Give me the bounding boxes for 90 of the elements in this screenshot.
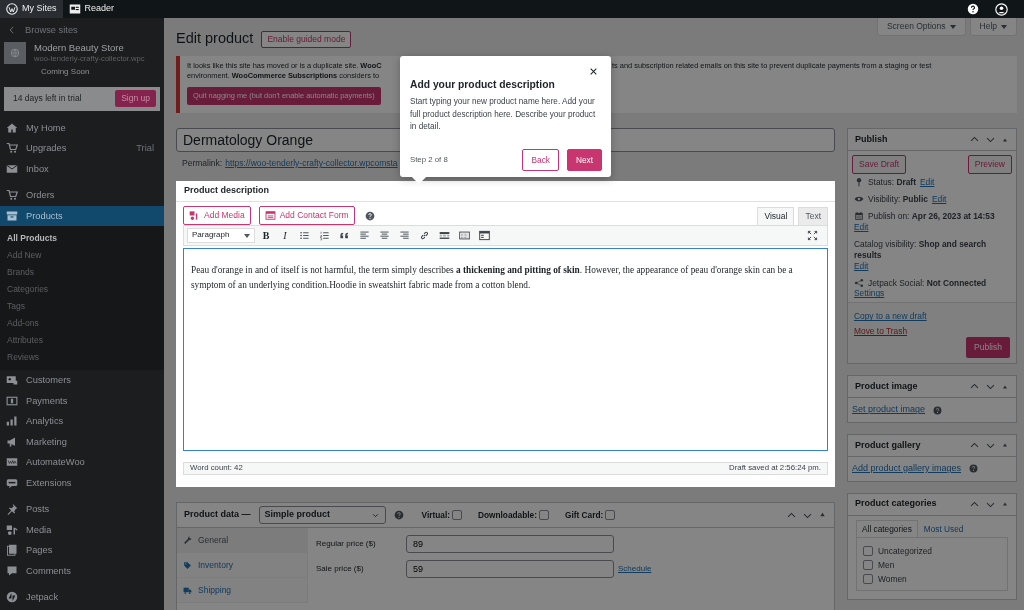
publish-setting: Catalog visibility: Shop and search results (854, 238, 988, 261)
category-checkbox[interactable]: Men (863, 558, 1001, 573)
submenu-item[interactable]: Attributes (0, 332, 164, 350)
option-checkbox[interactable]: Gift Card: (564, 509, 616, 521)
back-button[interactable]: Back (522, 149, 559, 172)
sidebar-item[interactable]: Extensions (0, 472, 164, 494)
format-select[interactable]: Paragraph (187, 228, 255, 244)
description-text: Peau d'orange in and of itself is not harmful, the term simply describes a thickening and pitting of skin. However, the appearance of peau d'orange skin can be a symptom of an underlying condition.Hoodie in sweatshirt fabric made from a cotton blend. (191, 264, 794, 293)
publish-setting: Jetpack Social: Not Connected (868, 277, 987, 289)
popover-title: Add your product description (410, 78, 556, 92)
site-name[interactable]: Modern Beauty Store (34, 42, 145, 55)
sidebar-item[interactable]: Posts (0, 499, 164, 520)
bold-button[interactable]: B (258, 229, 274, 243)
panel-title: Product image (855, 380, 918, 393)
preview-button[interactable]: Preview (967, 155, 1012, 175)
panel-title: Product categories (855, 498, 937, 510)
permalink-link[interactable]: https://woo-tenderly-crafty-collector.wpcomsta (225, 158, 398, 170)
submenu-item[interactable]: Categories (0, 281, 164, 299)
edit-link[interactable]: Edit (854, 221, 869, 233)
sidebar-item[interactable]: Comments (0, 560, 164, 582)
publish-button[interactable]: Publish (966, 337, 1010, 359)
sidebar-item[interactable]: My Home (0, 117, 164, 139)
screen-tab[interactable]: Help (969, 18, 1017, 36)
submenu-item[interactable]: Add New (0, 247, 164, 265)
panel-title: Product data — (184, 509, 251, 521)
submenu-item[interactable]: Tags (0, 298, 164, 316)
product-data-tab[interactable]: Inventory (177, 553, 307, 579)
product-type-select[interactable]: Simple product (258, 506, 386, 525)
media-button[interactable]: Add Media (183, 206, 251, 226)
sidebar-item[interactable]: Marketing (0, 431, 164, 453)
category-tab[interactable]: Most Used (917, 519, 970, 538)
sidebar-item[interactable]: Customers (0, 370, 164, 391)
panel-title: Product gallery (855, 439, 921, 452)
italic-button[interactable]: I (277, 229, 293, 243)
submenu-item[interactable]: Add-ons (0, 315, 164, 333)
field-label: Regular price ($) (316, 538, 377, 550)
product-data-tab[interactable]: General (177, 528, 307, 554)
category-checkbox[interactable]: Uncategorized (863, 544, 1001, 559)
submenu-item[interactable]: Reviews (0, 349, 164, 367)
editor-tab[interactable]: Text (798, 207, 828, 226)
panel-link[interactable]: Set product image (852, 404, 926, 416)
sidebar-item[interactable]: Orders (0, 185, 164, 206)
popover-text: Start typing your new product name here. Add your full product description here. Describe your product in detail. (410, 96, 597, 133)
submenu-item[interactable]: All Products (0, 230, 164, 248)
page-title: Edit product (176, 30, 254, 48)
screen-tab[interactable]: Screen Options (876, 18, 966, 36)
permalink-label: Permalink: (182, 158, 223, 170)
sign-up-button[interactable]: Sign up (115, 90, 156, 108)
category-tab[interactable]: All categories (856, 519, 918, 538)
topbar-tab[interactable]: Reader (62, 0, 121, 18)
price-field[interactable]: 59 (406, 560, 614, 579)
editor-tab[interactable]: Visual (757, 207, 795, 226)
sidebar-item[interactable]: AutomateWoo (0, 452, 164, 473)
sidebar-item[interactable]: Upgrades Trial (0, 138, 164, 159)
edit-link[interactable]: Settings (854, 288, 885, 300)
save-draft-button[interactable]: Save Draft (852, 155, 907, 175)
media-button[interactable]: Add Contact Form (258, 206, 355, 226)
next-button[interactable]: Next (566, 149, 602, 172)
category-checkbox[interactable]: Women (863, 572, 1001, 587)
panel-link[interactable]: Add product gallery images (852, 462, 962, 475)
submenu-item[interactable]: Brands (0, 264, 164, 282)
sidebar-item[interactable]: Inbox (0, 158, 164, 180)
option-checkbox[interactable]: Downloadable: (477, 509, 549, 521)
edit-link[interactable]: Edit (919, 177, 935, 188)
product-data-tab[interactable]: Shipping (177, 578, 307, 604)
publish-setting: Status: Draft (868, 177, 916, 188)
edit-link[interactable]: Edit (854, 260, 869, 272)
sidebar-item[interactable]: Products (0, 205, 164, 227)
site-status: Coming Soon (41, 67, 91, 78)
sidebar-item[interactable]: Payments (0, 390, 164, 412)
publish-setting: Publish on: Apr 26, 2023 at 14:53 (868, 210, 995, 222)
panel-title: Publish (855, 133, 888, 146)
sidebar-item[interactable]: Pages (0, 540, 164, 561)
panel-title: Product description (176, 181, 835, 203)
edit-link[interactable]: Edit (931, 193, 947, 205)
copy-draft-link[interactable]: Copy to a new draft (854, 311, 1010, 323)
sidebar-item[interactable]: Media (0, 519, 164, 541)
browse-sites-link[interactable]: Browse sites (25, 24, 78, 37)
trial-label: Trial (136, 142, 154, 155)
schedule-link[interactable]: Schedule (618, 563, 652, 575)
price-field[interactable]: 89 (406, 535, 614, 554)
field-label: Sale price ($) (316, 563, 365, 575)
topbar-tab[interactable]: My Sites (0, 0, 63, 18)
sidebar-item[interactable]: Analytics (0, 411, 164, 432)
sidebar-item[interactable]: Jetpack (0, 587, 164, 608)
trash-link[interactable]: Move to Trash (854, 326, 1010, 338)
option-checkbox[interactable]: Virtual: (421, 509, 462, 521)
publish-setting: Visibility: Public (868, 193, 928, 205)
guided-mode-button[interactable]: Enable guided mode (261, 31, 352, 48)
trial-text: 14 days left in trial (13, 93, 82, 105)
